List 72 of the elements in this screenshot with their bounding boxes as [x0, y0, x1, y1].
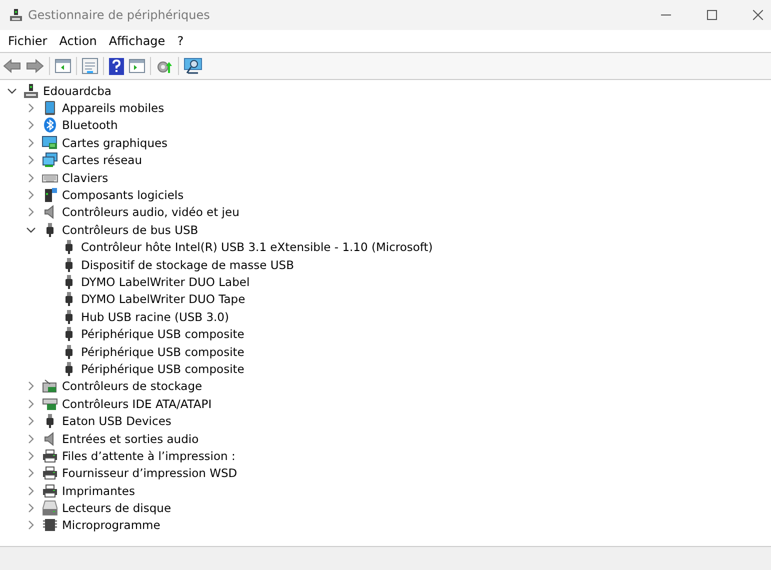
- tree-item-label[interactable]: Lecteurs de disque: [62, 501, 172, 516]
- tree-item-label[interactable]: Fournisseur d’impression WSD: [62, 466, 238, 480]
- menu-item[interactable]: Action: [53, 32, 103, 50]
- tree-item-label[interactable]: Contrôleurs de stockage: [62, 379, 202, 394]
- monitor-icon: [42, 134, 58, 151]
- tablet-icon: [42, 100, 58, 116]
- scan-monitor-icon[interactable]: [184, 58, 202, 74]
- expand-chevron-icon[interactable]: [26, 155, 36, 166]
- expand-chevron-icon[interactable]: [26, 398, 36, 409]
- expand-chevron-icon[interactable]: [26, 486, 36, 496]
- tree-item-label[interactable]: Contrôleurs de bus USB: [62, 222, 198, 237]
- tree-item-label[interactable]: Microprogramme: [62, 518, 160, 532]
- tree-item-label[interactable]: Entrées et sorties audio: [62, 432, 199, 446]
- printer-icon: [42, 448, 58, 464]
- expand-chevron-icon[interactable]: [26, 207, 36, 218]
- expand-chevron-icon[interactable]: [26, 103, 36, 114]
- tree-item-label[interactable]: Cartes graphiques: [62, 136, 168, 150]
- tree-item-label[interactable]: Dispositif de stockage de masse USB: [81, 258, 294, 272]
- tree-item-label[interactable]: Contrôleur hôte Intel(R) USB 3.1 eXtensible - 1.10 (Microsoft): [81, 240, 433, 254]
- chip-icon: [42, 517, 58, 534]
- collapse-chevron-icon[interactable]: [7, 86, 17, 96]
- tree-item-label[interactable]: Périphérique USB composite: [81, 344, 244, 359]
- expand-chevron-icon[interactable]: [26, 503, 36, 514]
- bluetooth-icon: [42, 117, 58, 134]
- menu-item[interactable]: Affichage: [102, 32, 172, 50]
- expand-chevron-icon[interactable]: [26, 468, 36, 478]
- expand-chevron-icon[interactable]: [26, 434, 36, 444]
- properties-icon[interactable]: [82, 58, 98, 74]
- tree-item-label[interactable]: Imprimantes: [62, 484, 135, 498]
- app-icon: [9, 8, 23, 22]
- tree-item-label[interactable]: DYMO LabelWriter DUO Tape: [81, 292, 246, 306]
- expand-chevron-icon[interactable]: [26, 190, 36, 200]
- tree-item-label[interactable]: Files d’attente à l’impression :: [62, 448, 236, 463]
- tree-item-label[interactable]: Claviers: [62, 170, 108, 185]
- printer-icon: [42, 465, 58, 482]
- expand-chevron-icon[interactable]: [26, 138, 36, 148]
- expand-chevron-icon[interactable]: [26, 172, 36, 183]
- menu-item[interactable]: ?: [171, 32, 190, 50]
- action-pane-icon[interactable]: [129, 59, 145, 73]
- expand-chevron-icon[interactable]: [26, 450, 36, 461]
- forward-arrow-icon[interactable]: [26, 59, 44, 73]
- tree-item-label[interactable]: Contrôleurs audio, vidéo et jeu: [62, 205, 240, 220]
- storage-icon: [42, 378, 58, 394]
- network-icon: [42, 152, 58, 168]
- software-icon: [42, 187, 58, 204]
- tree-item-label[interactable]: Périphérique USB composite: [81, 327, 244, 342]
- help-icon[interactable]: [109, 58, 124, 74]
- collapse-chevron-icon[interactable]: [26, 224, 36, 235]
- printer-icon: [42, 482, 58, 499]
- computer-icon: [23, 82, 39, 99]
- expand-chevron-icon[interactable]: [26, 381, 36, 392]
- tree-item-label[interactable]: DYMO LabelWriter DUO Label: [81, 274, 250, 289]
- drive-icon: [42, 396, 58, 412]
- maximize-icon[interactable]: [707, 10, 717, 20]
- menu-item[interactable]: Fichier: [2, 32, 54, 50]
- tree-item-label[interactable]: Contrôleurs IDE ATA/ATAPI: [62, 396, 212, 411]
- close-icon[interactable]: [753, 10, 763, 20]
- expand-chevron-icon[interactable]: [26, 520, 36, 530]
- expand-chevron-icon[interactable]: [26, 120, 36, 130]
- expand-chevron-icon[interactable]: [26, 416, 36, 426]
- tree-item-label[interactable]: Appareils mobiles: [62, 101, 164, 116]
- tree-item-label[interactable]: Hub USB racine (USB 3.0): [81, 310, 229, 324]
- tree-item-label[interactable]: Cartes réseau: [62, 153, 142, 168]
- window-title: Gestionnaire de périphériques: [28, 8, 210, 22]
- console-tree-icon[interactable]: [55, 59, 71, 73]
- tree-item-label[interactable]: Bluetooth: [62, 118, 118, 132]
- tree-item-label[interactable]: Composants logiciels: [62, 188, 184, 202]
- back-arrow-icon[interactable]: [3, 59, 21, 73]
- tree-item-label[interactable]: Edouardcba: [43, 84, 112, 98]
- disk-drive-icon: [42, 500, 58, 516]
- tree-item-label[interactable]: Eaton USB Devices: [62, 414, 172, 428]
- tree-item-label[interactable]: Périphérique USB composite: [81, 362, 244, 376]
